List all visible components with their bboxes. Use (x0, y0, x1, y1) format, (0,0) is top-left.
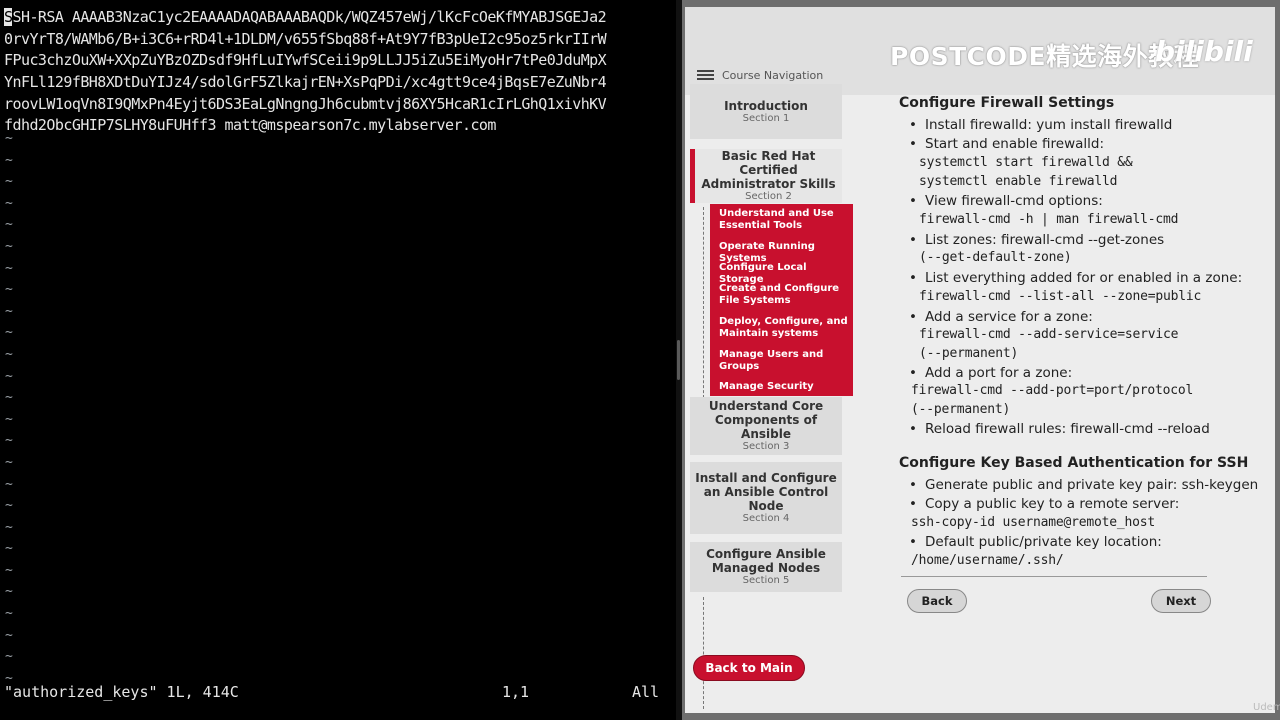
code-line: firewall-cmd --list-all --zone=public (919, 289, 1202, 304)
subnav-item-maintain-systems[interactable]: Deploy, Configure, and Maintain systems (719, 316, 849, 340)
term-line-1: SSH-RSA AAAAB3NzaC1yc2EAAAADAQABAAABAQDk… (4, 7, 668, 29)
course-slide: POSTCODE精选海外教程 bilibili Course Navigatio… (685, 7, 1280, 713)
nav-section-ansible-control-node[interactable]: Install and Configure an Ansible Control… (690, 462, 842, 534)
nav-section-basic-rhcsa-skills[interactable]: Basic Red Hat Certified Administrator Sk… (690, 149, 842, 203)
subnav-list: Understand and Use Essential Tools Opera… (710, 204, 853, 396)
nav-rail (703, 597, 704, 709)
empty-buffer-lines: ~ ~ ~ ~ ~ ~ ~ ~ ~ ~ ~ ~ ~ ~ ~ ~ ~ ~ ~ ~ ~ ~ ~ ~ ~ ~ (5, 128, 13, 689)
empty-line-tilde: ~ (5, 390, 13, 406)
subnav-item-file-systems[interactable]: Create and Configure File Systems (719, 283, 849, 307)
status-scroll: All (632, 683, 660, 701)
bilibili-logo: bilibili (1155, 35, 1253, 68)
firewall-heading: Configure Firewall Settings (899, 95, 1115, 111)
subnav-rail (703, 207, 704, 403)
ssh-heading: Configure Key Based Authentication for S… (899, 455, 1249, 471)
empty-line-tilde: ~ (5, 627, 13, 643)
subnav-item-users-groups[interactable]: Manage Users and Groups (719, 349, 849, 373)
banner-watermark-text: POSTCODE精选海外教程 (890, 42, 1200, 71)
terminal-window[interactable]: SSH-RSA AAAAB3NzaC1yc2EAAAADAQABAAABAQDk… (0, 0, 676, 720)
code-line: systemctl start firewalld && (919, 155, 1133, 170)
status-file-info: "authorized_keys" 1L, 414C (4, 683, 239, 701)
course-navigation-header[interactable]: Course Navigation (697, 65, 823, 85)
term-line-6: fdhd2ObcGHIP7SLHY8uFUHff3 matt@mspearson… (4, 116, 496, 135)
code-line: systemctl enable firewalld (919, 174, 1118, 189)
subnav-item-security[interactable]: Manage Security (719, 381, 849, 393)
code-line: firewall-cmd --add-port=port/protocol (911, 383, 1194, 398)
content-divider (901, 576, 1207, 577)
empty-line-tilde: ~ (5, 195, 13, 211)
empty-line-tilde: ~ (5, 649, 13, 665)
section-title: Configure Ansible Managed Nodes (706, 547, 826, 575)
authorized-keys-content[interactable]: SSH-RSA AAAAB3NzaC1yc2EAAAADAQABAAABAQDk… (4, 7, 668, 137)
course-panel: POSTCODE精选海外教程 bilibili Course Navigatio… (682, 0, 1280, 720)
empty-line-tilde: ~ (5, 217, 13, 233)
empty-line-tilde: ~ (5, 541, 13, 557)
udemy-watermark: Udemy (1253, 702, 1280, 713)
splitter-handle[interactable] (677, 340, 680, 380)
next-button[interactable]: Next (1151, 589, 1211, 613)
section-number: Section 5 (742, 575, 790, 586)
section-title: Understand Core Components of Ansible (708, 399, 824, 441)
empty-line-tilde: ~ (5, 325, 13, 341)
menu-icon[interactable] (697, 69, 714, 81)
nav-section-ansible-core[interactable]: Understand Core Components of Ansible Se… (690, 397, 842, 455)
empty-line-tilde: ~ (5, 346, 13, 362)
code-line: /home/username/.ssh/ (911, 553, 1064, 568)
code-line: ssh-copy-id username@remote_host (911, 515, 1156, 530)
code-line: (--permanent) (911, 402, 1011, 417)
empty-line-tilde: ~ (5, 303, 13, 319)
empty-line-tilde: ~ (5, 584, 13, 600)
status-cursor-position: 1,1 (502, 683, 530, 701)
nav-section-introduction[interactable]: Introduction Section 1 (690, 84, 842, 139)
nav-section-managed-nodes[interactable]: Configure Ansible Managed Nodes Section … (690, 542, 842, 592)
empty-line-tilde: ~ (5, 562, 13, 578)
empty-line-tilde: ~ (5, 260, 13, 276)
section-number: Section 3 (742, 441, 790, 452)
empty-line-tilde: ~ (5, 454, 13, 470)
term-line-3: FPuc3chzOuXW+XXpZuYBzOZDsdf9HfLuIYwfSCei… (4, 51, 607, 70)
empty-line-tilde: ~ (5, 174, 13, 190)
empty-line-tilde: ~ (5, 368, 13, 384)
term-line-1-rest: SH-RSA AAAAB3NzaC1yc2EAAAADAQABAAABAQDk/… (12, 8, 607, 26)
term-line-4: YnFLl129fBH8XDtDuYIJz4/sdolGrF5ZlkajrEN+… (4, 73, 607, 92)
empty-line-tilde: ~ (5, 433, 13, 449)
code-line: firewall-cmd -h | man firewall-cmd (919, 212, 1179, 227)
vim-statusline: "authorized_keys" 1L, 414C 1,1 All (4, 683, 670, 703)
empty-line-tilde: ~ (5, 498, 13, 514)
term-line-5: roovLW1oqVn8I9QMxPn4Eyjt6DS3EaLgNngngJh6… (4, 94, 607, 113)
section-number: Section 4 (742, 513, 790, 524)
section-number: Section 1 (742, 112, 790, 124)
empty-line-tilde: ~ (5, 131, 13, 146)
empty-line-tilde: ~ (5, 282, 13, 298)
course-navigation-title: Course Navigation (722, 68, 824, 82)
back-to-main-button[interactable]: Back to Main (693, 655, 805, 681)
code-line: firewall-cmd --add-service=service (919, 327, 1179, 342)
subnav-item-essential-tools[interactable]: Understand and Use Essential Tools (719, 208, 849, 232)
empty-line-tilde: ~ (5, 152, 13, 168)
empty-line-tilde: ~ (5, 606, 13, 622)
back-button[interactable]: Back (907, 589, 967, 613)
code-line: (--permanent) (919, 346, 1019, 361)
section-number: Section 2 (745, 191, 792, 202)
section-title: Introduction (724, 98, 808, 113)
empty-line-tilde: ~ (5, 238, 13, 254)
empty-line-tilde: ~ (5, 411, 13, 427)
section-title: Basic Red Hat Certified Administrator Sk… (701, 149, 836, 191)
section-title: Install and Configure an Ansible Control… (695, 471, 837, 513)
code-line: (--get-default-zone) (919, 250, 1072, 265)
term-line-2: 0rvYrT8/WAMb6/B+i3C6+rRD4l+1DLDM/v655fSb… (4, 29, 607, 48)
empty-line-tilde: ~ (5, 476, 13, 492)
empty-line-tilde: ~ (5, 519, 13, 535)
